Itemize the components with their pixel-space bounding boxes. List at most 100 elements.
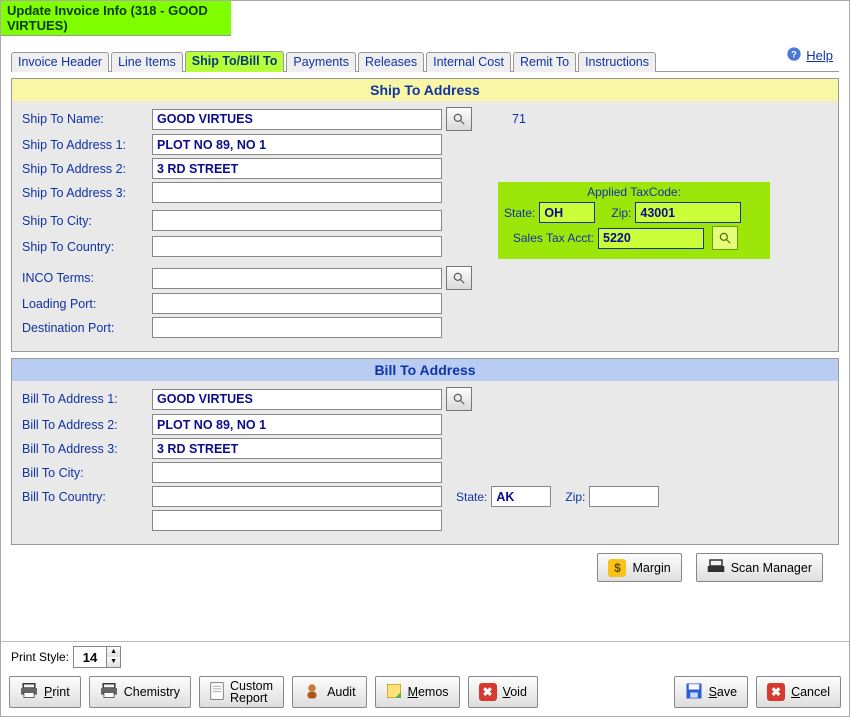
- help-link[interactable]: ? Help: [786, 46, 833, 65]
- inco-input[interactable]: [152, 268, 442, 289]
- sales-tax-acct-input[interactable]: [598, 228, 704, 249]
- applied-taxcode-box: Applied TaxCode: State: Zip: Sales Tax A…: [498, 182, 770, 259]
- sales-tax-acct-lookup[interactable]: [712, 226, 738, 250]
- ship-addr1-label: Ship To Address 1:: [22, 138, 152, 152]
- bill-zip-input[interactable]: [589, 486, 659, 507]
- help-label: Help: [806, 48, 833, 63]
- cancel-label: Cancel: [791, 685, 830, 699]
- ship-addr2-label: Ship To Address 2:: [22, 162, 152, 176]
- bill-to-panel: Bill To Address Bill To Address 1: Bill …: [11, 358, 839, 545]
- search-icon: [452, 392, 466, 406]
- print-style-label: Print Style:: [11, 650, 69, 664]
- bill-addr1-lookup[interactable]: [446, 387, 472, 411]
- ship-name-lookup[interactable]: [446, 107, 472, 131]
- spinner-up[interactable]: ▲: [107, 647, 120, 657]
- ship-addr3-label: Ship To Address 3:: [22, 186, 152, 200]
- scan-manager-button[interactable]: Scan Manager: [696, 553, 823, 582]
- taxcode-header: Applied TaxCode:: [504, 185, 764, 199]
- audit-button[interactable]: Audit: [292, 676, 367, 708]
- bill-state-input[interactable]: [491, 486, 551, 507]
- tab-ship-to-bill-to[interactable]: Ship To/Bill To: [185, 51, 285, 72]
- tab-invoice-header[interactable]: Invoice Header: [11, 52, 109, 72]
- print-style-value[interactable]: [74, 647, 106, 667]
- ship-state-input[interactable]: [539, 202, 595, 223]
- custom-report-button[interactable]: CustomReport: [199, 676, 284, 708]
- search-icon: [718, 231, 732, 245]
- chemistry-button[interactable]: Chemistry: [89, 676, 191, 708]
- ship-zip-label: Zip:: [611, 206, 631, 220]
- destination-port-input[interactable]: [152, 317, 442, 338]
- bill-country-input[interactable]: [152, 486, 442, 507]
- bill-to-header: Bill To Address: [12, 359, 838, 381]
- tab-instructions[interactable]: Instructions: [578, 52, 656, 72]
- chemistry-label: Chemistry: [124, 685, 180, 699]
- help-icon: ?: [786, 46, 802, 65]
- ship-name-label: Ship To Name:: [22, 112, 152, 126]
- ship-city-label: Ship To City:: [22, 214, 152, 228]
- dollar-icon: $: [608, 559, 626, 577]
- void-button[interactable]: ✖ Void: [468, 676, 538, 708]
- bill-addr1-input[interactable]: [152, 389, 442, 410]
- svg-text:?: ?: [791, 49, 797, 59]
- save-icon: [685, 682, 703, 703]
- custom-report-label: CustomReport: [230, 680, 273, 704]
- void-label: Void: [503, 685, 527, 699]
- print-style-spinner[interactable]: ▲ ▼: [73, 646, 121, 668]
- tab-line-items[interactable]: Line Items: [111, 52, 183, 72]
- bill-state-label: State:: [456, 490, 487, 504]
- bill-addr2-input[interactable]: [152, 414, 442, 435]
- ship-name-input[interactable]: [152, 109, 442, 130]
- ship-addr3-input[interactable]: [152, 182, 442, 203]
- memos-label: Memos: [408, 685, 449, 699]
- ship-addr1-input[interactable]: [152, 134, 442, 155]
- cancel-icon: ✖: [767, 683, 785, 701]
- tab-releases[interactable]: Releases: [358, 52, 424, 72]
- memos-button[interactable]: Memos: [375, 676, 460, 708]
- ship-country-label: Ship To Country:: [22, 240, 152, 254]
- void-icon: ✖: [479, 683, 497, 701]
- tab-payments[interactable]: Payments: [286, 52, 356, 72]
- bill-extra-input[interactable]: [152, 510, 442, 531]
- ship-addr2-input[interactable]: [152, 158, 442, 179]
- window-title: Update Invoice Info (318 - GOOD VIRTUES): [1, 1, 231, 36]
- ship-to-panel: Ship To Address Ship To Name: 71 Ship To…: [11, 78, 839, 352]
- bill-addr3-input[interactable]: [152, 438, 442, 459]
- bill-country-label: Bill To Country:: [22, 490, 152, 504]
- ship-zip-input[interactable]: [635, 202, 741, 223]
- ship-city-input[interactable]: [152, 210, 442, 231]
- margin-button[interactable]: $ Margin: [597, 553, 681, 582]
- printer-icon: [20, 683, 38, 702]
- print-button[interactable]: Print: [9, 676, 81, 708]
- bill-zip-label: Zip:: [565, 490, 585, 504]
- sales-tax-acct-label: Sales Tax Acct:: [504, 231, 594, 245]
- search-icon: [452, 271, 466, 285]
- scan-manager-label: Scan Manager: [731, 561, 812, 575]
- scanner-icon: [707, 558, 725, 577]
- loading-port-input[interactable]: [152, 293, 442, 314]
- tab-internal-cost[interactable]: Internal Cost: [426, 52, 511, 72]
- bill-city-label: Bill To City:: [22, 466, 152, 480]
- save-label: Save: [709, 685, 738, 699]
- print-label: Print: [44, 685, 70, 699]
- bill-city-input[interactable]: [152, 462, 442, 483]
- save-button[interactable]: Save: [674, 676, 749, 708]
- ship-state-label: State:: [504, 206, 535, 220]
- document-icon: [210, 682, 224, 703]
- ship-ref: 71: [512, 112, 526, 126]
- bill-addr2-label: Bill To Address 2:: [22, 418, 152, 432]
- bill-addr1-label: Bill To Address 1:: [22, 392, 152, 406]
- tab-remit-to[interactable]: Remit To: [513, 52, 576, 72]
- ship-to-header: Ship To Address: [12, 79, 838, 101]
- inco-lookup[interactable]: [446, 266, 472, 290]
- printer-icon: [100, 683, 118, 702]
- ship-country-input[interactable]: [152, 236, 442, 257]
- cancel-button[interactable]: ✖ Cancel: [756, 676, 841, 708]
- search-icon: [452, 112, 466, 126]
- destination-port-label: Destination Port:: [22, 321, 152, 335]
- note-icon: [386, 683, 402, 702]
- tabs: Invoice Header Line Items Ship To/Bill T…: [11, 50, 839, 72]
- bill-addr3-label: Bill To Address 3:: [22, 442, 152, 456]
- margin-label: Margin: [632, 561, 670, 575]
- spinner-down[interactable]: ▼: [107, 657, 120, 667]
- loading-port-label: Loading Port:: [22, 297, 152, 311]
